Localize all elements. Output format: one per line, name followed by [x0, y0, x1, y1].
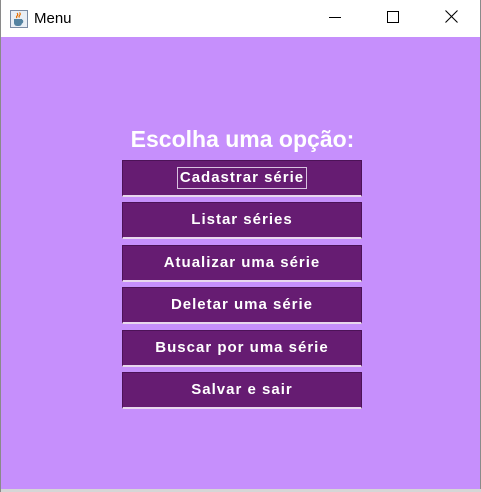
list-series-button[interactable]: Listar séries — [122, 202, 362, 239]
app-window: Menu Escolha uma opção: Cadastrar série … — [0, 0, 481, 492]
search-series-button[interactable]: Buscar por uma série — [122, 330, 362, 367]
save-and-exit-button[interactable]: Salvar e sair — [122, 372, 362, 409]
button-label: Cadastrar série — [176, 167, 308, 189]
java-cup-icon — [10, 10, 28, 28]
menu-panel: Escolha uma opção: Cadastrar série Lista… — [1, 37, 480, 489]
window-title: Menu — [34, 10, 72, 27]
close-button[interactable] — [422, 0, 480, 37]
maximize-icon — [387, 10, 399, 28]
button-label: Buscar por uma série — [155, 339, 329, 356]
update-series-button[interactable]: Atualizar uma série — [122, 245, 362, 282]
maximize-button[interactable] — [364, 0, 422, 37]
menu-heading: Escolha uma opção: — [130, 126, 355, 152]
minimize-button[interactable] — [306, 0, 364, 37]
delete-series-button[interactable]: Deletar uma série — [122, 287, 362, 324]
button-label: Salvar e sair — [191, 381, 293, 398]
button-label: Atualizar uma série — [163, 254, 321, 271]
minimize-icon — [329, 10, 341, 28]
button-label: Deletar uma série — [170, 296, 314, 313]
title-bar[interactable]: Menu — [1, 0, 480, 37]
button-label: Listar séries — [191, 211, 293, 228]
register-series-button[interactable]: Cadastrar série — [122, 160, 362, 197]
close-icon — [444, 9, 458, 28]
